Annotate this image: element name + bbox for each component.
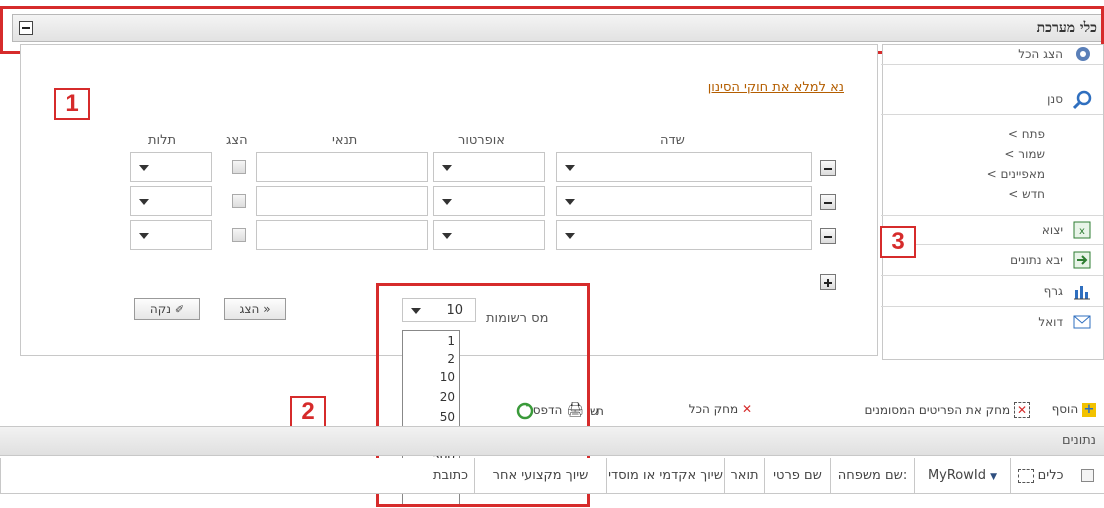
sidebar-item-show-all[interactable]: הצג הכל	[881, 45, 1103, 65]
sidebar-item-label: גרף	[1043, 284, 1063, 298]
grid-header: נתונים	[0, 426, 1104, 456]
tools-icon	[1017, 468, 1034, 483]
grid-title: נתונים	[1061, 433, 1096, 448]
header-show: הצג	[226, 133, 248, 148]
column-header-academic-affiliation[interactable]: שיוך אקדמי או מוסדי	[606, 458, 724, 494]
sidebar-item-label: יצוא	[1041, 223, 1063, 237]
add-label: הוסף	[1051, 402, 1079, 416]
gear-icon	[1073, 45, 1093, 65]
header-condition: תנאי	[332, 133, 358, 148]
operator-select[interactable]	[433, 186, 545, 216]
sidebar-item-new[interactable]: < חדש	[1008, 187, 1045, 201]
excel-import-icon	[1073, 251, 1093, 271]
excel-export-icon: x	[1073, 221, 1093, 241]
sidebar-item-graph[interactable]: גרף	[881, 277, 1103, 307]
sidebar-item-label: יבא נתונים	[1010, 253, 1063, 267]
fill-filter-rules-link[interactable]: נא למלא את חוקי הסינון	[708, 80, 844, 95]
field-select[interactable]	[556, 186, 812, 216]
dependency-select[interactable]	[130, 186, 212, 216]
show-checkbox[interactable]	[232, 228, 246, 242]
sidebar-item-filter[interactable]: סנן	[881, 85, 1103, 115]
header-dependency: תלות	[148, 133, 177, 148]
condition-input[interactable]	[256, 220, 428, 250]
sidebar-item-open[interactable]: < פתח	[1008, 127, 1045, 141]
grid-column-row: כלים MyRowId ▼ שם משפחה: שם פרטי תואר שי…	[0, 458, 1104, 494]
sidebar-item-save[interactable]: < שמור	[1004, 147, 1045, 161]
annotation-label-2: 2	[290, 396, 326, 428]
condition-input[interactable]	[256, 186, 428, 216]
add-icon: +	[1082, 402, 1096, 417]
email-icon	[1073, 313, 1093, 333]
delete-marked-icon: ✕	[1014, 402, 1030, 418]
bar-chart-icon	[1073, 282, 1093, 302]
field-select[interactable]	[556, 152, 812, 182]
svg-text:x: x	[1079, 226, 1085, 237]
print-label: הדפס	[532, 403, 563, 417]
remove-row-button[interactable]	[820, 194, 836, 210]
dependency-select[interactable]	[130, 152, 212, 182]
toolbar-partial-2: ת	[596, 404, 604, 418]
operator-select[interactable]	[433, 152, 545, 182]
delete-marked-button[interactable]: מחק את הפריטים המסומנים ✕	[864, 402, 1030, 418]
show-checkbox[interactable]	[232, 194, 246, 208]
remove-row-button[interactable]	[820, 228, 836, 244]
delete-all-button[interactable]: מחק הכל ✕	[689, 402, 752, 416]
column-header-myrowid[interactable]: MyRowId ▼	[914, 458, 1010, 494]
magnifier-icon	[1072, 90, 1093, 110]
sidebar-item-properties[interactable]: < מאפיינים	[987, 167, 1045, 181]
column-header-address[interactable]: כתובת	[0, 458, 474, 494]
remove-row-button[interactable]	[820, 160, 836, 176]
column-header-tools[interactable]: כלים	[1010, 458, 1070, 494]
annotation-label-1: 1	[54, 88, 90, 120]
column-header-other-affiliation[interactable]: שיוך מקצועי אחר	[474, 458, 606, 494]
refresh-icon[interactable]	[516, 402, 534, 423]
show-button[interactable]: הצג »	[224, 298, 286, 320]
clear-button[interactable]: נקה ✐	[134, 298, 200, 320]
column-header-label: כלים	[1037, 468, 1064, 483]
operator-select[interactable]	[433, 220, 545, 250]
annotation-label-3: 3	[880, 226, 916, 258]
header-operator: אופרטור	[458, 133, 505, 148]
column-header-title[interactable]: תואר	[724, 458, 764, 494]
sidebar-item-email[interactable]: דואל	[881, 308, 1103, 338]
header-field: שדה	[660, 133, 685, 148]
sidebar-item-label: דואל	[1038, 315, 1063, 329]
print-button[interactable]: הדפס 🖨	[533, 402, 584, 418]
sidebar-item-label: הצג הכל	[1018, 47, 1063, 61]
column-header-first-name[interactable]: שם פרטי	[764, 458, 830, 494]
clear-button-label: נקה	[149, 302, 172, 316]
select-all-checkbox[interactable]	[1070, 458, 1104, 494]
dependency-select[interactable]	[130, 220, 212, 250]
sidebar: הצג הכל סנן < פתח < שמור < מאפיינים < חד…	[881, 44, 1104, 360]
delete-all-icon: ✕	[741, 402, 752, 416]
add-button[interactable]: הוסף +	[1052, 402, 1096, 417]
column-header-label: MyRowId	[927, 468, 986, 483]
sidebar-item-label: סנן	[1047, 92, 1063, 106]
field-select[interactable]	[556, 220, 812, 250]
condition-input[interactable]	[256, 152, 428, 182]
printer-icon: 🖨	[566, 402, 584, 418]
eraser-icon: ✐	[174, 303, 185, 316]
show-checkbox[interactable]	[232, 160, 246, 174]
delete-all-label: מחק הכל	[688, 402, 739, 416]
delete-marked-label: מחק את הפריטים המסומנים	[864, 403, 1011, 417]
sort-desc-icon: ▼	[990, 472, 998, 482]
add-row-button[interactable]	[820, 274, 836, 290]
column-header-last-name[interactable]: שם משפחה:	[830, 458, 914, 494]
